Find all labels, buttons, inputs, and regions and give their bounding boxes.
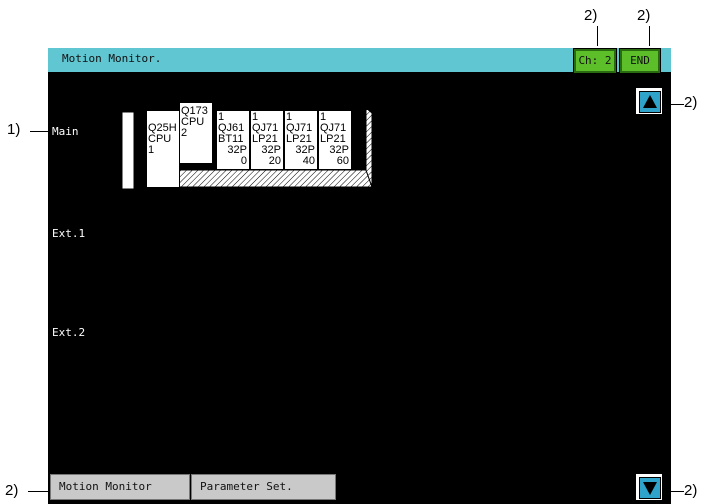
- title-bar: Motion Monitor. Ch: 2 END: [48, 48, 671, 73]
- module-slot-cpu1[interactable]: Q25H CPU 1: [146, 110, 180, 188]
- callout-end-line: [649, 26, 650, 46]
- callout-tabs-line: [28, 491, 50, 492]
- down-arrow-icon: [639, 477, 661, 499]
- row-label-ext1: Ext.1: [52, 227, 86, 240]
- scroll-up-button[interactable]: [634, 86, 664, 116]
- module-slot-cpu2[interactable]: Q173 CPU 2: [179, 102, 213, 164]
- callout-tabs: 2): [5, 482, 19, 499]
- module-slot-qj71lp21-40[interactable]: 1 QJ71 LP21 32P 40: [284, 110, 318, 170]
- base-unit[interactable]: Q25H CPU 1 Q173 CPU 2 1 QJ61 BT11 32P 0 …: [122, 102, 382, 192]
- module-slot-qj61bt11[interactable]: 1 QJ61 BT11 32P 0: [216, 110, 250, 170]
- module-slot-qj71lp21-20[interactable]: 1 QJ71 LP21 32P 20: [250, 110, 284, 170]
- callout-down: 2): [684, 482, 698, 499]
- tab-motion-monitor[interactable]: Motion Monitor: [50, 474, 190, 500]
- tab-parameter-set[interactable]: Parameter Set.: [191, 474, 336, 500]
- row-label-ext2: Ext.2: [52, 326, 86, 339]
- end-button[interactable]: END: [620, 49, 660, 73]
- got-screen: Motion Monitor. Ch: 2 END Main Ext.1 Ext…: [48, 48, 671, 504]
- row-label-main: Main: [52, 125, 79, 138]
- module-slot-qj71lp21-60[interactable]: 1 QJ71 LP21 32P 60: [318, 110, 352, 170]
- screen-title: Motion Monitor.: [62, 52, 162, 65]
- callout-down-line: [669, 491, 684, 492]
- callout-main: 1): [7, 121, 21, 138]
- up-arrow-icon: [639, 91, 661, 113]
- callout-ch: 2): [584, 7, 598, 24]
- callout-ch-line: [597, 26, 598, 46]
- callout-up-line: [669, 104, 684, 105]
- callout-up: 2): [684, 94, 698, 111]
- channel-button[interactable]: Ch: 2: [574, 49, 616, 73]
- scroll-down-button[interactable]: [634, 472, 664, 502]
- callout-end: 2): [637, 7, 651, 24]
